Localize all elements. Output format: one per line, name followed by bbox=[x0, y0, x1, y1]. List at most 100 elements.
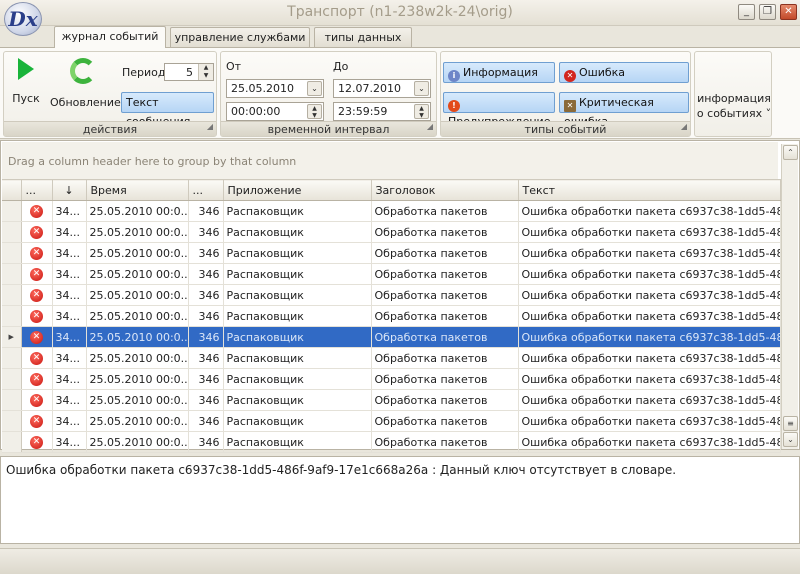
group-by-panel[interactable]: Drag a column header here to group by th… bbox=[2, 142, 778, 179]
row-text-cell: Ошибка обработки пакета c6937c38-1dd5-48… bbox=[518, 347, 781, 369]
dialog-launcher-icon[interactable]: ◢ bbox=[207, 119, 213, 134]
row-app-cell: Распаковщик bbox=[223, 389, 372, 411]
critical-filter-button[interactable]: ✕Критическая ошибка bbox=[559, 92, 689, 128]
table-row[interactable]: ✕ 34... 25.05.2010 00:0... 346 Распаковщик Об… bbox=[2, 200, 781, 222]
error-icon: ✕ bbox=[30, 435, 43, 449]
row-indicator bbox=[2, 284, 22, 306]
row-type-cell: ✕ bbox=[21, 326, 53, 348]
start-button[interactable]: Пуск bbox=[8, 58, 44, 105]
error-icon: ✕ bbox=[564, 70, 576, 82]
row-num-cell: 346 bbox=[188, 347, 224, 369]
column-header-app[interactable]: Приложение bbox=[223, 179, 372, 201]
error-filter-button[interactable]: ✕ Ошибка bbox=[559, 62, 689, 83]
event-info-line1: информация bbox=[697, 92, 771, 105]
ribbon: Пуск Обновление Период 5 ▲▼ Текст сообще… bbox=[0, 47, 800, 139]
error-icon: ✕ bbox=[30, 330, 43, 344]
row-text-cell: Ошибка обработки пакета c6937c38-1dd5-48… bbox=[518, 410, 781, 432]
row-time-cell: 25.05.2010 00:0... bbox=[86, 347, 189, 369]
scroll-menu-icon[interactable]: ≡ bbox=[783, 416, 798, 431]
message-text: Ошибка обработки пакета c6937c38-1dd5-48… bbox=[6, 463, 677, 477]
row-app-cell: Распаковщик bbox=[223, 368, 372, 390]
restore-button[interactable]: ❐ bbox=[759, 4, 776, 20]
column-header-id[interactable]: ... bbox=[21, 179, 53, 201]
dialog-launcher-icon[interactable]: ◢ bbox=[681, 119, 687, 134]
tab-data-types[interactable]: типы данных bbox=[314, 27, 412, 47]
row-type-cell: ✕ bbox=[21, 305, 53, 327]
column-header-num[interactable]: ... bbox=[188, 179, 224, 201]
row-text-cell: Ошибка обработки пакета c6937c38-1dd5-48… bbox=[518, 368, 781, 390]
row-num-cell: 346 bbox=[188, 326, 224, 348]
spinner-arrows-icon[interactable]: ▲ ▼ bbox=[307, 104, 322, 119]
table-row[interactable]: ✕ 34... 25.05.2010 00:0... 346 Распаковщик Об… bbox=[2, 284, 781, 306]
table-row[interactable]: ✕ 34... 25.05.2010 00:0... 346 Распаковщик Об… bbox=[2, 242, 781, 264]
table-row[interactable]: ▶ ✕ 34... 25.05.2010 00:0... 346 Распаковщик О… bbox=[2, 326, 781, 348]
scroll-up-icon[interactable]: ⌃ bbox=[783, 145, 798, 160]
to-date-field[interactable]: 12.07.2010 ⌄ bbox=[333, 79, 431, 98]
table-row[interactable]: ✕ 34... 25.05.2010 00:0... 346 Распаковщик Об… bbox=[2, 431, 781, 453]
row-text-cell: Ошибка обработки пакета c6937c38-1dd5-48… bbox=[518, 242, 781, 264]
row-app-cell: Распаковщик bbox=[223, 242, 372, 264]
app-logo-icon[interactable]: Dx bbox=[4, 2, 42, 36]
column-header-title[interactable]: Заголовок bbox=[371, 179, 519, 201]
tab-services[interactable]: управление службами bbox=[170, 27, 310, 47]
table-row[interactable]: ✕ 34... 25.05.2010 00:0... 346 Распаковщик Об… bbox=[2, 305, 781, 327]
row-header-cell: Обработка пакетов bbox=[371, 242, 519, 264]
from-date-field[interactable]: 25.05.2010 ⌄ bbox=[226, 79, 324, 98]
row-id-cell: 34... bbox=[52, 200, 87, 222]
refresh-icon bbox=[70, 58, 96, 84]
table-row[interactable]: ✕ 34... 25.05.2010 00:0... 346 Распаковщик Об… bbox=[2, 410, 781, 432]
tab-event-log[interactable]: журнал событий bbox=[54, 26, 166, 48]
row-indicator bbox=[2, 221, 22, 243]
table-row[interactable]: ✕ 34... 25.05.2010 00:0... 346 Распаковщик Об… bbox=[2, 389, 781, 411]
row-header-cell: Обработка пакетов bbox=[371, 431, 519, 453]
refresh-button[interactable]: Обновление bbox=[50, 58, 121, 109]
warning-filter-button[interactable]: !Предупреждение bbox=[443, 92, 555, 128]
row-type-cell: ✕ bbox=[21, 284, 53, 306]
row-time-cell: 25.05.2010 00:0... bbox=[86, 431, 189, 453]
close-button[interactable]: ✕ bbox=[780, 4, 797, 20]
status-bar bbox=[0, 548, 800, 574]
table-row[interactable]: ✕ 34... 25.05.2010 00:0... 346 Распаковщик Об… bbox=[2, 263, 781, 285]
chevron-down-icon[interactable]: ⌄ bbox=[414, 81, 429, 96]
column-header-text[interactable]: Текст bbox=[518, 179, 781, 201]
message-text-button[interactable]: Текст сообщения bbox=[121, 92, 214, 128]
row-type-cell: ✕ bbox=[21, 242, 53, 264]
grid-scrollbar[interactable]: ⌃ ≡ ⌄ bbox=[781, 144, 798, 449]
row-indicator bbox=[2, 368, 22, 390]
row-num-cell: 346 bbox=[188, 263, 224, 285]
event-info-button[interactable]: информация о событиях ˅ bbox=[694, 51, 772, 137]
spinner-arrows-icon[interactable]: ▲ ▼ bbox=[414, 104, 429, 119]
column-header-sort[interactable]: ↓ bbox=[52, 179, 87, 201]
chevron-down-icon[interactable]: ⌄ bbox=[307, 81, 322, 96]
minimize-button[interactable]: _ bbox=[738, 4, 755, 20]
row-header-cell: Обработка пакетов bbox=[371, 284, 519, 306]
actions-group: Пуск Обновление Период 5 ▲▼ Текст сообще… bbox=[3, 51, 217, 137]
row-indicator bbox=[2, 431, 22, 453]
table-row[interactable]: ✕ 34... 25.05.2010 00:0... 346 Распаковщик Об… bbox=[2, 347, 781, 369]
to-label: До bbox=[333, 60, 349, 73]
row-num-cell: 346 bbox=[188, 431, 224, 453]
row-time-cell: 25.05.2010 00:0... bbox=[86, 242, 189, 264]
warning-icon: ! bbox=[448, 100, 460, 112]
row-type-cell: ✕ bbox=[21, 200, 53, 222]
info-icon: i bbox=[448, 70, 460, 82]
spinner-arrows-icon[interactable]: ▲ ▼ bbox=[198, 64, 213, 80]
scroll-down-icon[interactable]: ⌄ bbox=[783, 432, 798, 447]
row-time-cell: 25.05.2010 00:0... bbox=[86, 263, 189, 285]
to-time-field[interactable]: 23:59:59 ▲ ▼ bbox=[333, 102, 431, 121]
info-filter-button[interactable]: i Информация bbox=[443, 62, 555, 83]
row-app-cell: Распаковщик bbox=[223, 431, 372, 453]
column-header-time[interactable]: Время bbox=[86, 179, 189, 201]
start-label: Пуск bbox=[12, 92, 40, 105]
table-row[interactable]: ✕ 34... 25.05.2010 00:0... 346 Распаковщик Об… bbox=[2, 221, 781, 243]
error-icon: ✕ bbox=[30, 309, 43, 323]
period-spinner[interactable]: 5 ▲ ▼ bbox=[164, 63, 214, 81]
row-indicator bbox=[2, 305, 22, 327]
table-row[interactable]: ✕ 34... 25.05.2010 00:0... 346 Распаковщик Об… bbox=[2, 368, 781, 390]
row-indicator bbox=[2, 347, 22, 369]
row-header-cell: Обработка пакетов bbox=[371, 326, 519, 348]
dialog-launcher-icon[interactable]: ◢ bbox=[427, 119, 433, 134]
message-panel[interactable]: Ошибка обработки пакета c6937c38-1dd5-48… bbox=[0, 456, 800, 544]
row-id-cell: 34... bbox=[52, 263, 87, 285]
from-time-field[interactable]: 00:00:00 ▲ ▼ bbox=[226, 102, 324, 121]
